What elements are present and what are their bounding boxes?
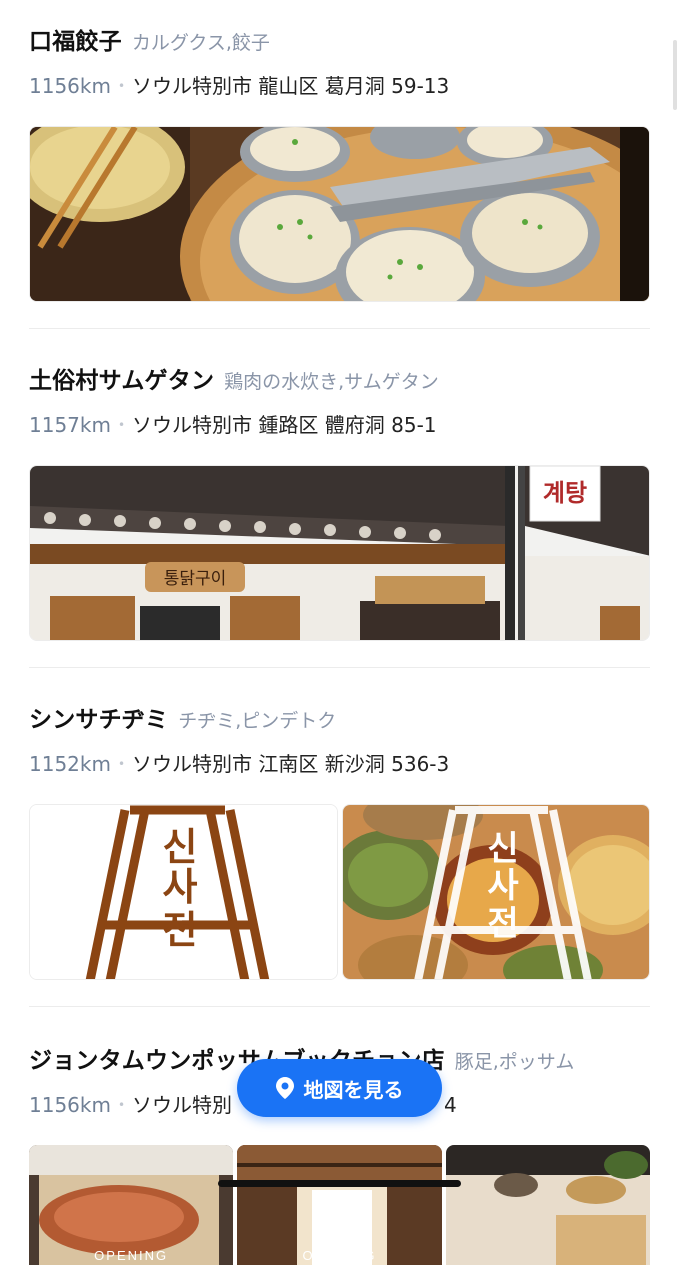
address: ソウル特別市 江南区 新沙洞 536-3: [132, 752, 450, 776]
opening-badge: OPENING: [302, 1248, 377, 1263]
address-row: 1156km • ソウル特別市 龍山区 葛月洞 59-13: [29, 70, 650, 99]
separator-dot: •: [117, 757, 126, 771]
jeon-image: 신 사 전: [342, 805, 650, 979]
restaurant-photo[interactable]: OPENING: [237, 1145, 442, 1265]
address-row: 1152km • ソウル特別市 江南区 新沙洞 536-3: [29, 748, 650, 777]
view-map-label: 地図を見る: [303, 1077, 404, 1102]
opening-photo: [445, 1145, 650, 1265]
storefront-sign: 통닭구이: [164, 569, 227, 589]
address: ソウル特別市 鍾路区 體府洞 85-1: [132, 413, 437, 437]
list-item[interactable]: ジョンタムウンポッサムブックチョン店 豚足,ポッサム 1156km • ソウル特…: [0, 1007, 679, 1265]
restaurant-category: カルグクス,餃子: [131, 32, 270, 54]
address: ソウル特別: [132, 1093, 233, 1117]
list-item[interactable]: 土俗村サムゲタン 鶏肉の水炊き,サムゲタン 1157km • ソウル特別市 鍾路…: [0, 329, 679, 641]
separator-dot: •: [117, 418, 126, 432]
logo-char: 신: [487, 829, 518, 869]
title-row: 口福餃子 カルグクス,餃子: [29, 22, 650, 56]
restaurant-photo[interactable]: [445, 1145, 650, 1265]
restaurant-photos: OPENING OPENING: [29, 1145, 650, 1265]
dumplings-image: [30, 127, 649, 301]
restaurant-photo[interactable]: 신 사 전: [29, 804, 338, 980]
restaurant-category: 豚足,ポッサム: [454, 1051, 575, 1073]
distance: 1156km: [29, 1093, 111, 1117]
list-item[interactable]: シンサチヂミ チヂミ,ピンデトク 1152km • ソウル特別市 江南区 新沙洞…: [0, 668, 679, 980]
opening-badge: OPENING: [94, 1248, 169, 1263]
restaurant-name[interactable]: 口福餃子: [29, 22, 122, 56]
logo-char: 전: [487, 904, 518, 944]
map-pin-icon: [275, 1077, 294, 1099]
logo-char: 신: [163, 825, 198, 869]
restaurant-photos: 신 사 전 신 사 전: [29, 804, 650, 980]
address: ソウル特別市 龍山区 葛月洞 59-13: [132, 74, 450, 98]
logo-char: 사: [487, 866, 518, 906]
opening-photo: [237, 1145, 442, 1265]
address-tail: 4: [444, 1093, 457, 1117]
restaurant-category: チヂミ,ピンデトク: [178, 710, 337, 732]
title-row: 土俗村サムゲタン 鶏肉の水炊き,サムゲタン: [29, 361, 650, 395]
distance: 1157km: [29, 413, 111, 437]
distance: 1152km: [29, 752, 111, 776]
logo-char: 전: [163, 908, 198, 952]
home-indicator: [218, 1180, 461, 1187]
separator-dot: •: [117, 79, 126, 93]
logo-image: 신 사 전: [30, 805, 337, 979]
restaurant-photo[interactable]: 통닭구이 계탕: [29, 465, 650, 641]
title-row: シンサチヂミ チヂミ,ピンデトク: [29, 700, 650, 734]
restaurant-photo[interactable]: 신 사 전: [341, 804, 650, 980]
restaurant-name[interactable]: 土俗村サムゲタン: [29, 361, 214, 395]
hanok-image: 통닭구이 계탕: [30, 466, 649, 640]
scrollbar[interactable]: [673, 40, 677, 110]
list-item[interactable]: 口福餃子 カルグクス,餃子 1156km • ソウル特別市 龍山区 葛月洞 59…: [0, 0, 679, 302]
separator-dot: •: [117, 1098, 126, 1112]
logo-char: 사: [163, 865, 198, 909]
restaurant-name[interactable]: シンサチヂミ: [29, 700, 168, 734]
view-map-button[interactable]: 地図を見る: [237, 1059, 442, 1117]
banner-text: 계탕: [543, 479, 587, 507]
address-row: 1157km • ソウル特別市 鍾路区 體府洞 85-1: [29, 409, 650, 438]
opening-photo: [29, 1145, 234, 1265]
restaurant-photo[interactable]: OPENING: [29, 1145, 234, 1265]
restaurant-category: 鶏肉の水炊き,サムゲタン: [224, 371, 439, 393]
distance: 1156km: [29, 74, 111, 98]
restaurant-photo[interactable]: [29, 126, 650, 302]
